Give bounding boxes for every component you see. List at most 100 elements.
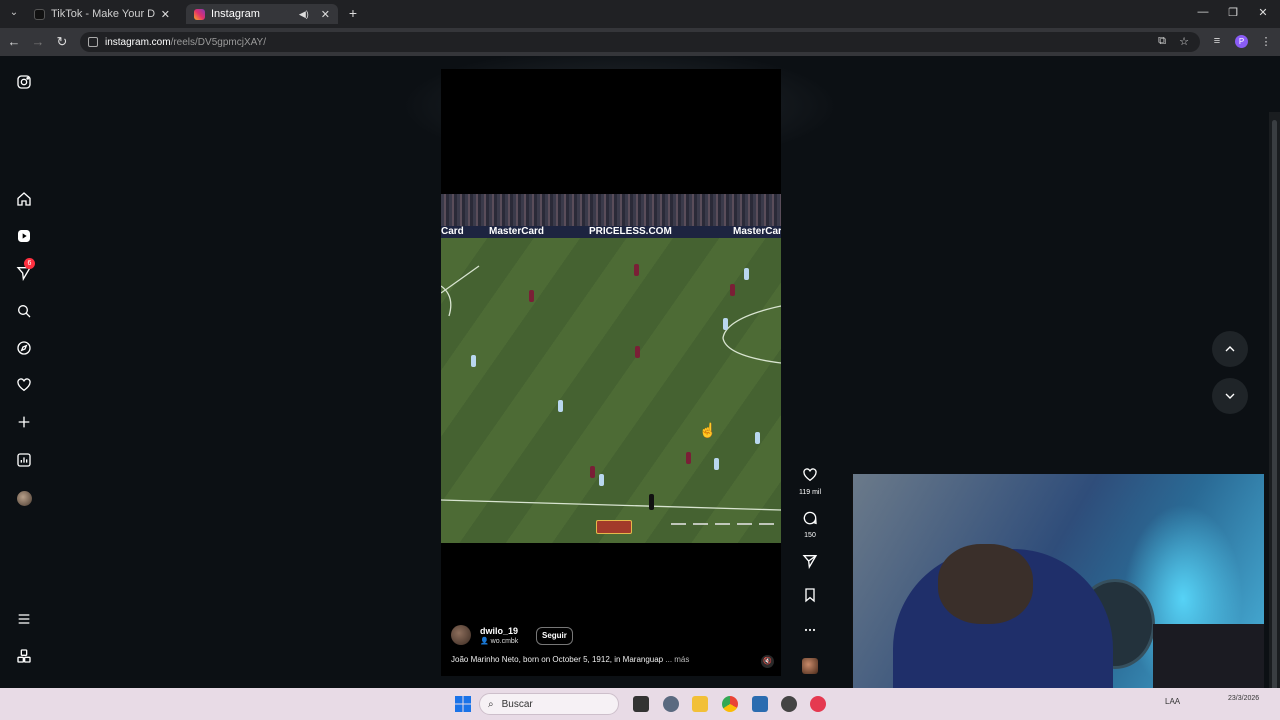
- mute-icon[interactable]: 🔇: [761, 655, 774, 668]
- tab-title: Instagram: [211, 8, 260, 20]
- tab-tiktok[interactable]: TikTok - Make Your Day ✕: [26, 4, 178, 24]
- reels-icon[interactable]: [14, 226, 34, 246]
- settings-gear-icon[interactable]: [663, 696, 679, 712]
- search-icon: ⌕: [488, 698, 494, 710]
- streamer-head: [938, 544, 1033, 624]
- player: [723, 318, 728, 330]
- obs-icon[interactable]: [781, 696, 797, 712]
- forward-icon[interactable]: →: [30, 34, 46, 50]
- heart-icon: [803, 468, 817, 482]
- instagram-favicon-icon: [194, 8, 205, 20]
- page-scrollbar[interactable]: [1269, 112, 1280, 688]
- scrollbar-thumb[interactable]: [1272, 120, 1277, 688]
- tab-title: TikTok - Make Your Day: [51, 8, 155, 20]
- chrome-icon[interactable]: [722, 696, 738, 712]
- caption-text: João Marinho Neto, born on October 5, 19…: [451, 655, 664, 664]
- explore-icon[interactable]: [14, 338, 34, 358]
- save-button[interactable]: [796, 587, 824, 608]
- more-options-button[interactable]: [796, 622, 824, 643]
- browser-toolbar: ← → ↻ instagram.com/reels/DV5gpmcjXAY/ ⧉…: [0, 28, 1280, 56]
- browser-tab-bar: ⌄ TikTok - Make Your Day ✕ Instagram ◀) …: [0, 0, 1280, 28]
- like-count: 119 mil: [798, 489, 822, 496]
- task-view-icon[interactable]: [633, 696, 649, 712]
- restore-icon[interactable]: ❐: [1226, 6, 1240, 19]
- player: [529, 290, 534, 302]
- player: [634, 264, 639, 276]
- file-explorer-icon[interactable]: [692, 696, 708, 712]
- install-app-icon[interactable]: ⧉: [1155, 35, 1169, 48]
- instagram-logo-icon[interactable]: [14, 72, 34, 92]
- player: [686, 452, 691, 464]
- notification-badge: 6: [24, 258, 35, 269]
- search-icon[interactable]: [14, 301, 34, 321]
- windows-start-icon[interactable]: [455, 696, 471, 712]
- tab-close-icon[interactable]: ✕: [161, 8, 170, 21]
- player: [558, 400, 563, 412]
- menu-icon[interactable]: [14, 609, 34, 629]
- player: [744, 268, 749, 280]
- address-bar[interactable]: instagram.com/reels/DV5gpmcjXAY/: [80, 32, 1200, 52]
- audio-label[interactable]: 👤 wo.cmbk: [480, 637, 518, 645]
- stadium-crowd: [441, 194, 781, 226]
- comment-icon: [803, 511, 817, 525]
- reel-player[interactable]: Card MasterCard PRICELESS.COM MasterCard: [441, 69, 781, 676]
- player: [755, 432, 760, 444]
- board-text: PRICELESS.COM: [589, 226, 672, 237]
- mouse-cursor-icon: ☝: [699, 422, 717, 438]
- board-text: Card: [441, 226, 464, 237]
- site-info-icon[interactable]: [88, 37, 98, 47]
- webcam-overlay: [852, 474, 1264, 706]
- tab-audio-icon[interactable]: ◀): [299, 9, 309, 20]
- new-tab-button[interactable]: +: [346, 5, 360, 21]
- search-label: Buscar: [501, 698, 533, 710]
- home-icon[interactable]: [14, 189, 34, 209]
- more-dots-icon: [804, 628, 816, 632]
- minimize-icon[interactable]: —: [1196, 6, 1210, 18]
- tab-search-chevron-icon[interactable]: ⌄: [6, 5, 22, 21]
- previous-reel-button[interactable]: [1212, 331, 1248, 367]
- profile-avatar-browser[interactable]: P: [1235, 35, 1248, 48]
- more-link[interactable]: ... más: [665, 655, 689, 664]
- bookmark-icon: [805, 588, 815, 603]
- caption[interactable]: João Marinho Neto, born on October 5, 19…: [451, 655, 689, 664]
- reel-info: dwilo_19 👤 wo.cmbk Seguir João Marinho N…: [451, 625, 776, 671]
- more-apps-icon[interactable]: [14, 646, 34, 666]
- football-pitch: [441, 238, 781, 543]
- video-frame[interactable]: Card MasterCard PRICELESS.COM MasterCard: [441, 194, 781, 543]
- tab-close-icon[interactable]: ✕: [321, 8, 330, 21]
- club-crest-logo: [596, 520, 632, 534]
- like-button[interactable]: 119 mil: [796, 467, 824, 496]
- profile-avatar[interactable]: [14, 488, 34, 508]
- next-reel-button[interactable]: [1212, 378, 1248, 414]
- comment-button[interactable]: 150: [796, 510, 824, 539]
- media-control-icon[interactable]: ≡: [1210, 35, 1224, 47]
- reload-icon[interactable]: ↻: [54, 34, 70, 50]
- share-button[interactable]: [796, 553, 824, 574]
- author-avatar[interactable]: [451, 625, 471, 645]
- author-username[interactable]: dwilo_19: [480, 626, 518, 636]
- messages-icon[interactable]: 6: [14, 258, 35, 283]
- url-path: /reels/DV5gpmcjXAY/: [170, 36, 266, 48]
- audio-thumbnail[interactable]: [802, 658, 818, 674]
- taskbar-search[interactable]: ⌕ Buscar: [479, 693, 619, 715]
- follow-button[interactable]: Seguir: [536, 627, 573, 645]
- dashboard-icon[interactable]: [14, 450, 34, 470]
- browser-menu-icon[interactable]: ⋮: [1259, 35, 1273, 48]
- back-icon[interactable]: ←: [6, 34, 22, 50]
- media-app-icon[interactable]: [810, 696, 826, 712]
- taskbar-date[interactable]: 23/3/2026: [1228, 694, 1259, 704]
- tray-language[interactable]: LAA: [1165, 697, 1180, 706]
- tab-instagram[interactable]: Instagram ◀) ✕: [186, 4, 338, 24]
- chevron-up-icon: [1225, 346, 1235, 352]
- create-plus-icon[interactable]: [14, 412, 34, 432]
- advertising-boards: Card MasterCard PRICELESS.COM MasterCard: [441, 226, 781, 238]
- bookmark-star-icon[interactable]: ☆: [1177, 35, 1191, 48]
- notifications-heart-icon[interactable]: [14, 375, 34, 395]
- close-window-icon[interactable]: ✕: [1256, 6, 1270, 19]
- board-text: MasterCard: [489, 226, 545, 237]
- url-host: instagram.com: [105, 36, 171, 48]
- app-window-icon[interactable]: [752, 696, 768, 712]
- player: [590, 466, 595, 478]
- board-text: MasterCard: [733, 226, 781, 237]
- player: [471, 355, 476, 367]
